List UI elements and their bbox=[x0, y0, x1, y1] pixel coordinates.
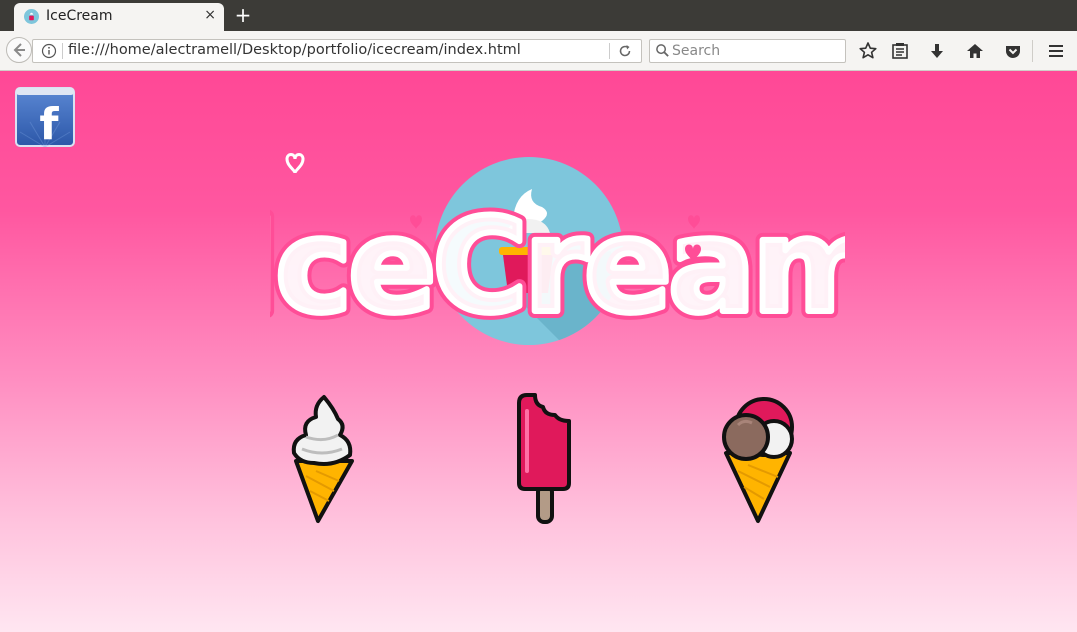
home-icon[interactable] bbox=[964, 40, 986, 62]
soft-serve-cone-icon bbox=[291, 395, 354, 523]
reader-list-icon[interactable] bbox=[889, 40, 911, 62]
scoop-cone-icon bbox=[722, 397, 794, 523]
bookmark-star-icon[interactable] bbox=[857, 40, 879, 62]
logo-text: IceCream IceCream bbox=[270, 183, 845, 349]
tab-title: IceCream bbox=[46, 8, 113, 24]
popsicle-icon bbox=[517, 393, 571, 524]
search-icon bbox=[656, 44, 669, 57]
facebook-icon: f bbox=[15, 87, 75, 150]
menu-icon[interactable] bbox=[1045, 40, 1067, 62]
back-icon bbox=[13, 43, 25, 57]
svg-text:IceCream: IceCream bbox=[270, 190, 845, 342]
url-text[interactable]: file:///home/alectramell/Desktop/portfol… bbox=[68, 42, 521, 58]
new-tab-button[interactable]: + bbox=[233, 3, 253, 27]
navigation-toolbar: file:///home/alectramell/Desktop/portfol… bbox=[0, 31, 1077, 71]
search-input[interactable] bbox=[672, 42, 837, 60]
tab-icecream[interactable]: IceCream × bbox=[14, 3, 224, 31]
tab-strip: IceCream × + bbox=[0, 0, 1077, 31]
icecream-logo: IceCream IceCream bbox=[270, 153, 845, 349]
url-bar[interactable]: file:///home/alectramell/Desktop/portfol… bbox=[32, 39, 642, 63]
url-separator bbox=[609, 43, 610, 59]
info-icon[interactable] bbox=[41, 43, 57, 59]
search-bar[interactable] bbox=[649, 39, 846, 63]
pocket-icon[interactable] bbox=[1002, 40, 1024, 62]
back-button[interactable] bbox=[6, 37, 32, 63]
facebook-link[interactable]: f bbox=[15, 87, 75, 150]
facebook-letter: f bbox=[39, 99, 59, 147]
download-icon[interactable] bbox=[926, 40, 948, 62]
reload-icon[interactable] bbox=[617, 43, 633, 59]
url-separator bbox=[62, 43, 63, 59]
icecream-favicon-icon bbox=[24, 9, 39, 24]
toolbar-separator bbox=[1032, 40, 1033, 62]
tab-close-icon[interactable]: × bbox=[204, 7, 216, 23]
page-content: f IceCream IceCream bbox=[0, 71, 1077, 632]
